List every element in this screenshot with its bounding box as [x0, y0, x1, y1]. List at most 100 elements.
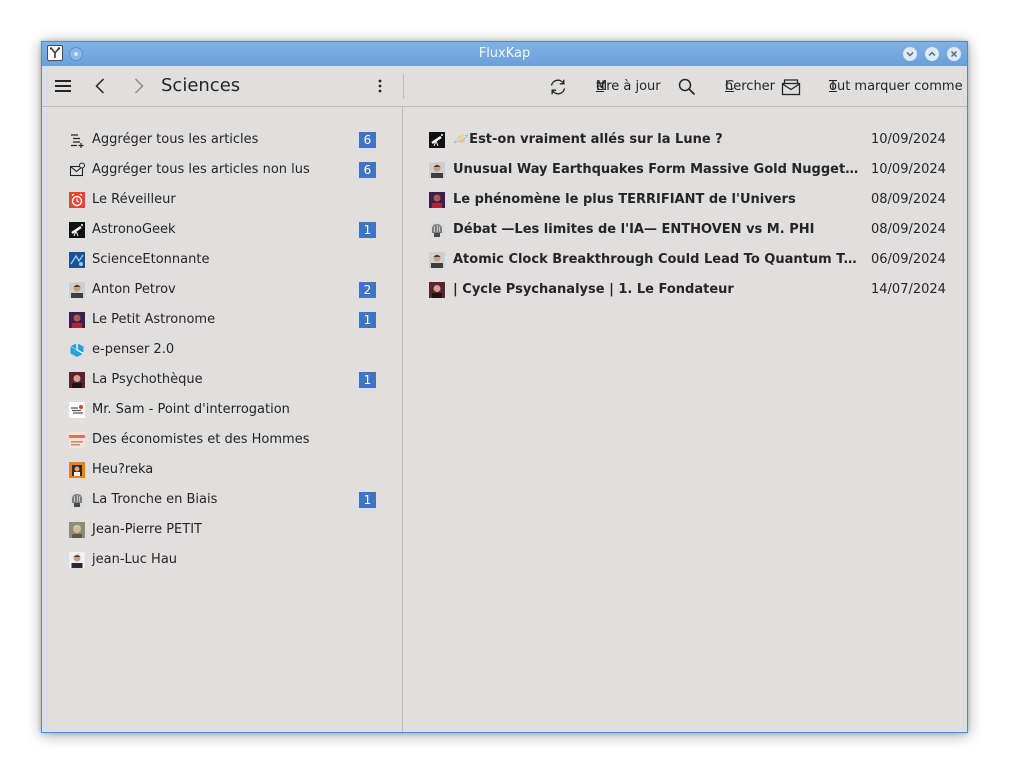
forward-arrow-icon[interactable]	[128, 76, 148, 96]
telescope-avatar-icon	[69, 222, 85, 238]
brain-avatar-icon	[429, 222, 445, 238]
article-row[interactable]: Atomic Clock Breakthrough Could Lead To …	[429, 245, 946, 275]
brain-avatar-icon	[69, 492, 85, 508]
article-title: 🪐Est-on vraiment allés sur la Lune ?	[453, 132, 723, 147]
feed-item-all-articles[interactable]: Aggréger tous les articles 6	[69, 125, 379, 155]
search-icon	[678, 78, 696, 96]
feed-label: Des économistes et des Hommes	[92, 432, 310, 447]
feed-label: Anton Petrov	[92, 282, 176, 297]
article-row[interactable]: Débat —Les limites de l'IA— ENTHOVEN vs …	[429, 215, 946, 245]
astronome-avatar-icon	[429, 192, 445, 208]
app-window: FluxKap Sciences Me ttre à jour C herche…	[41, 41, 968, 733]
hamburger-menu-icon[interactable]	[53, 76, 73, 96]
person-avatar-icon	[69, 282, 85, 298]
mrsam-logo-icon	[69, 402, 85, 418]
unread-mail-icon	[69, 162, 85, 177]
unread-count-badge: 1	[359, 492, 376, 508]
update-button[interactable]: Me ttre à jour	[548, 77, 661, 97]
feed-label: La Tronche en Biais	[92, 492, 218, 507]
feed-item-jean-luc-hau[interactable]: jean-Luc Hau	[69, 545, 379, 575]
article-date: 10/09/2024	[871, 132, 946, 147]
search-label-post: hercher	[725, 79, 776, 94]
feed-label: Aggréger tous les articles non lus	[92, 162, 310, 177]
mark-all-label-post: out marquer comme lu	[829, 79, 968, 94]
heureka-avatar-icon	[69, 462, 85, 478]
feed-item-unread-articles[interactable]: Aggréger tous les articles non lus 6	[69, 155, 379, 185]
feed-list-pane: Aggréger tous les articles 6 Aggréger to…	[42, 107, 402, 732]
mark-all-read-button[interactable]: Tout marquer comme lu	[781, 77, 967, 97]
feed-item-des-economistes[interactable]: Des économistes et des Hommes	[69, 425, 379, 455]
maximize-button[interactable]	[925, 47, 939, 61]
feed-label: Aggréger tous les articles	[92, 132, 259, 147]
toolbar-separator	[403, 74, 404, 99]
article-title: Le phénomène le plus TERRIFIANT de l'Uni…	[453, 192, 796, 207]
person-avatar-icon	[69, 522, 85, 538]
update-label-post: ttre à jour	[596, 79, 661, 94]
article-date: 10/09/2024	[871, 162, 946, 177]
article-row[interactable]: Le phénomène le plus TERRIFIANT de l'Uni…	[429, 185, 946, 215]
article-title: Atomic Clock Breakthrough Could Lead To …	[453, 252, 865, 267]
feed-label: ScienceEtonnante	[92, 252, 210, 267]
article-date: 06/09/2024	[871, 252, 946, 267]
person-avatar-icon	[429, 162, 445, 178]
psycho-avatar-icon	[69, 372, 85, 388]
feed-item-astronogeek[interactable]: AstronoGeek 1	[69, 215, 379, 245]
unread-count-badge: 6	[359, 132, 376, 148]
person-avatar-icon	[429, 252, 445, 268]
article-date: 08/09/2024	[871, 192, 946, 207]
feed-item-heureka[interactable]: Heu?reka	[69, 455, 379, 485]
feed-label: jean-Luc Hau	[92, 552, 178, 567]
article-list-pane: 🪐Est-on vraiment allés sur la Lune ? 10/…	[403, 107, 967, 732]
feed-label: AstronoGeek	[92, 222, 176, 237]
window-title: FluxKap	[478, 46, 531, 61]
article-row[interactable]: | Cycle Psychanalyse | 1. Le Fondateur 1…	[429, 275, 946, 305]
unread-count-badge: 2	[359, 282, 376, 298]
unread-count-badge: 1	[359, 312, 376, 328]
folder-title: Sciences	[161, 75, 241, 96]
person-avatar-icon	[69, 552, 85, 568]
article-title: Unusual Way Earthquakes Form Massive Gol…	[453, 162, 865, 177]
article-date: 14/07/2024	[871, 282, 946, 297]
astronome-avatar-icon	[69, 312, 85, 328]
feed-label: La Psychothèque	[92, 372, 203, 387]
search-button[interactable]: Chercher	[677, 77, 775, 97]
list-icon	[71, 134, 84, 148]
feed-item-mr-sam[interactable]: Mr. Sam - Point d'interrogation	[69, 395, 379, 425]
article-row[interactable]: Unusual Way Earthquakes Form Massive Gol…	[429, 155, 946, 185]
epenser-logo-icon	[70, 343, 84, 357]
feed-label: Heu?reka	[92, 462, 154, 477]
alarm-clock-avatar-icon	[69, 192, 85, 208]
feed-item-le-petit-astronome[interactable]: Le Petit Astronome 1	[69, 305, 379, 335]
mark-read-mail-icon	[781, 79, 801, 96]
feed-label: e-penser 2.0	[92, 342, 175, 357]
article-title: | Cycle Psychanalyse | 1. Le Fondateur	[453, 282, 734, 297]
feed-label: Mr. Sam - Point d'interrogation	[92, 402, 290, 417]
psycho-avatar-icon	[429, 282, 445, 298]
feed-item-le-reveilleur[interactable]: Le Réveilleur	[69, 185, 379, 215]
feed-item-la-psychotheque[interactable]: La Psychothèque 1	[69, 365, 379, 395]
feed-label: Le Petit Astronome	[92, 312, 216, 327]
economists-logo-icon	[69, 432, 85, 448]
science-avatar-icon	[69, 252, 85, 268]
toolbar: Sciences Me ttre à jour Chercher Tout mar…	[42, 66, 967, 107]
back-arrow-icon[interactable]	[91, 76, 111, 96]
refresh-icon	[550, 79, 566, 95]
minimize-button[interactable]	[903, 47, 917, 61]
article-date: 08/09/2024	[871, 222, 946, 237]
unread-count-badge: 1	[359, 372, 376, 388]
feed-item-anton-petrov[interactable]: Anton Petrov 2	[69, 275, 379, 305]
unread-count-badge: 1	[359, 222, 376, 238]
feed-item-scienceetonnante[interactable]: ScienceEtonnante	[69, 245, 379, 275]
close-button[interactable]	[947, 47, 961, 61]
feed-label: Le Réveilleur	[92, 192, 176, 207]
article-title: Débat —Les limites de l'IA— ENTHOVEN vs …	[453, 222, 815, 237]
feed-item-la-tronche-en-biais[interactable]: La Tronche en Biais 1	[69, 485, 379, 515]
telescope-avatar-icon	[429, 132, 445, 148]
feed-label: Jean-Pierre PETIT	[92, 522, 202, 537]
article-row[interactable]: 🪐Est-on vraiment allés sur la Lune ? 10/…	[429, 125, 946, 155]
title-bar[interactable]: FluxKap	[42, 42, 967, 66]
kebab-menu-icon[interactable]	[370, 76, 390, 96]
unread-count-badge: 6	[359, 162, 376, 178]
feed-item-e-penser[interactable]: e-penser 2.0	[69, 335, 379, 365]
feed-item-jean-pierre-petit[interactable]: Jean-Pierre PETIT	[69, 515, 379, 545]
